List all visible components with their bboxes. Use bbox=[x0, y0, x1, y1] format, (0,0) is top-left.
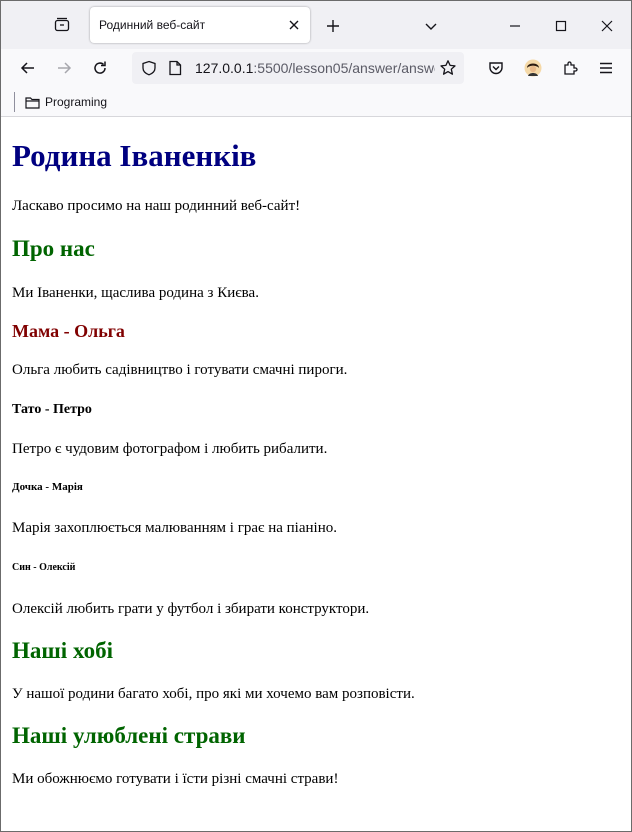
hobbies-text: У нашої родини багато хобі, про які ми х… bbox=[12, 686, 415, 702]
extensions-icon[interactable] bbox=[559, 57, 581, 79]
back-arrow-icon[interactable] bbox=[17, 57, 39, 79]
minimize-icon[interactable] bbox=[505, 16, 525, 36]
about-text: Ми Іваненки, щаслива родина з Києва. bbox=[12, 285, 259, 301]
daughter-heading: Дочка - Марія bbox=[12, 481, 83, 493]
browser-window: Родинний веб-сайт 127.0.0.1:5500/lesson0… bbox=[0, 0, 632, 832]
reload-icon[interactable] bbox=[89, 57, 111, 79]
tab-close-icon[interactable] bbox=[285, 16, 303, 34]
hobbies-heading: Наші хобі bbox=[12, 638, 113, 663]
navigation-bar: 127.0.0.1:5500/lesson05/answer/answer.ht… bbox=[1, 49, 631, 87]
folder-icon bbox=[25, 96, 40, 109]
dishes-text: Ми обожнюємо готувати і їсти різні смачн… bbox=[12, 771, 339, 787]
url-host: 127.0.0.1 bbox=[195, 60, 254, 76]
about-heading: Про нас bbox=[12, 236, 95, 261]
url-path: :5500/lesson05/answer/answer.html bbox=[253, 60, 435, 76]
tab-strip: Родинний веб-сайт bbox=[1, 1, 631, 49]
page-info-icon[interactable] bbox=[166, 59, 184, 77]
pocket-icon[interactable] bbox=[485, 57, 507, 79]
forward-arrow-icon[interactable] bbox=[53, 57, 75, 79]
maximize-icon[interactable] bbox=[551, 16, 571, 36]
bookmark-folder-programing[interactable]: Programing bbox=[25, 93, 107, 111]
tab-overview-icon[interactable] bbox=[51, 14, 73, 36]
page-title: Родина Іваненків bbox=[12, 138, 257, 173]
tab-active[interactable]: Родинний веб-сайт bbox=[90, 7, 310, 43]
shield-icon[interactable] bbox=[140, 59, 158, 77]
bookmark-star-icon[interactable] bbox=[439, 59, 457, 77]
tab-title: Родинний веб-сайт bbox=[99, 18, 206, 32]
dishes-heading: Наші улюблені страви bbox=[12, 723, 246, 748]
new-tab-icon[interactable] bbox=[323, 16, 343, 36]
url-bar[interactable]: 127.0.0.1:5500/lesson05/answer/answer.ht… bbox=[132, 52, 464, 84]
daughter-text: Марія захоплюється малюванням і грає на … bbox=[12, 520, 337, 536]
menu-hamburger-icon[interactable] bbox=[595, 57, 617, 79]
url-text[interactable]: 127.0.0.1:5500/lesson05/answer/answer.ht… bbox=[195, 60, 435, 76]
son-text: Олексій любить грати у футбол і збирати … bbox=[12, 601, 370, 617]
account-avatar-icon[interactable] bbox=[522, 57, 544, 79]
dad-text: Петро є чудовим фотографом і любить риба… bbox=[12, 441, 328, 457]
son-heading: Син - Олексій bbox=[12, 562, 76, 573]
window-close-icon[interactable] bbox=[597, 16, 617, 36]
bookmark-folder-label: Programing bbox=[45, 95, 108, 109]
dad-heading: Тато - Петро bbox=[12, 402, 92, 417]
bookmarks-toolbar: Programing bbox=[1, 87, 631, 117]
list-tabs-chevron-down-icon[interactable] bbox=[421, 16, 441, 36]
page-content: Родина Іваненків Ласкаво просимо на наш … bbox=[1, 117, 631, 831]
mom-text: Ольга любить садівництво і готувати смач… bbox=[12, 362, 348, 378]
bookmarks-separator bbox=[14, 92, 15, 112]
mom-heading: Мама - Ольга bbox=[12, 321, 125, 341]
welcome-text: Ласкаво просимо на наш родинний веб-сайт… bbox=[12, 198, 301, 214]
